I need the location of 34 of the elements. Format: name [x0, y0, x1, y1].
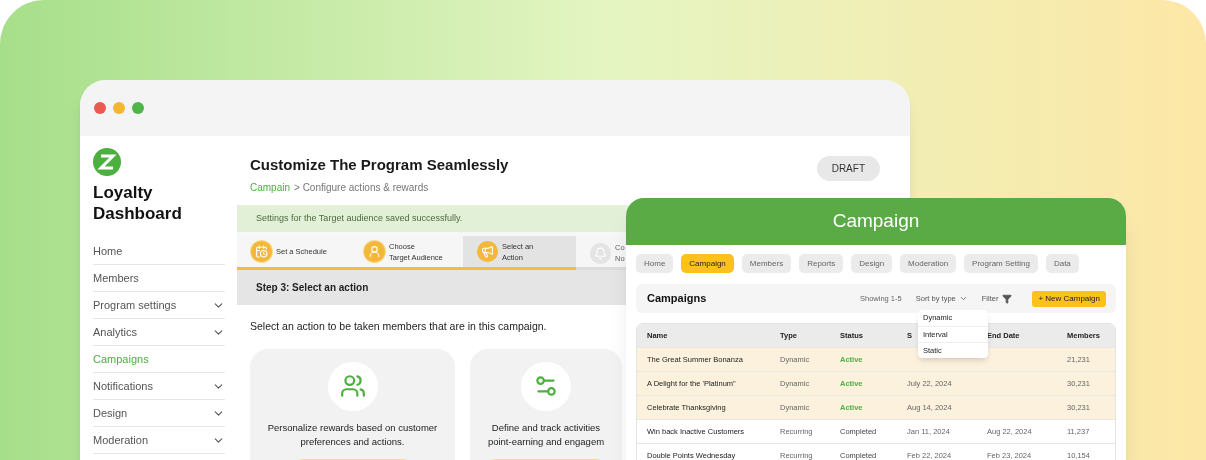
step-icon	[477, 241, 498, 262]
sidebar-item[interactable]: Design	[93, 400, 225, 427]
section-title: Campaigns	[647, 291, 707, 307]
filter-icon	[1002, 293, 1013, 304]
nav-tab[interactable]: Design	[851, 254, 893, 273]
nav-tab[interactable]: Moderation	[900, 254, 957, 273]
sidebar-item[interactable]: Home	[93, 238, 225, 265]
new-campaign-button[interactable]: + New Campaign	[1032, 290, 1106, 307]
action-icon	[521, 361, 571, 411]
sidebar-item[interactable]: Program settings	[93, 292, 225, 319]
nav-tab[interactable]: Program Setting	[964, 254, 1038, 273]
page-title: Customize The Program Seamlessly	[250, 155, 509, 175]
step-icon	[251, 241, 272, 262]
action-card[interactable]: Define and track activities point-earning and engagem	[470, 348, 622, 460]
draft-button[interactable]: DRAFT	[816, 156, 880, 181]
chevron-icon	[958, 294, 968, 303]
nav-tab[interactable]: Data	[1045, 254, 1079, 273]
sidebar-item[interactable]: Members	[93, 265, 225, 292]
sidebar-item[interactable]: Moderation	[93, 427, 225, 454]
sidebar-item[interactable]: Notifications	[93, 373, 225, 400]
sidebar-item[interactable]: Analytics	[93, 319, 225, 346]
step-icon	[590, 242, 611, 264]
dashboard-title: Loyalty Dashboard	[93, 182, 183, 224]
card-text: Define and track activities point-earning and engagem	[487, 421, 605, 449]
nav-tab[interactable]: Members	[741, 254, 792, 273]
action-card[interactable]: Personalize rewards based on customer preferences and actions.	[250, 348, 455, 460]
card-text: Personalize rewards based on customer preferences and actions.	[267, 421, 438, 449]
breadcrumb-text: > Configure actions & rewards	[294, 180, 429, 195]
step-icon	[364, 241, 385, 262]
nav-tab[interactable]: Campaign	[681, 254, 734, 273]
nav-tab[interactable]: Home	[636, 254, 674, 273]
nav-tab[interactable]: Reports	[799, 254, 844, 273]
instruction-text: Select an action to be taken members that are in this campaign.	[250, 319, 548, 334]
logo-icon	[93, 148, 121, 176]
